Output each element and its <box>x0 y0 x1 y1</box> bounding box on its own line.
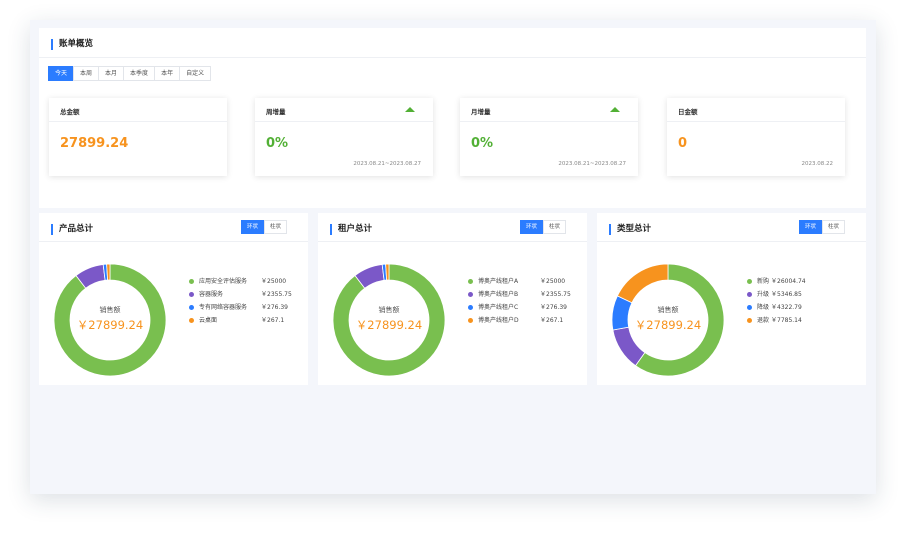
ring-chart-button[interactable]: 环状 <box>241 220 265 234</box>
legend-name: 博奥产线租户D <box>478 317 519 324</box>
divider <box>318 241 587 242</box>
stat-date: 2023.08.21~2023.08.27 <box>558 161 626 167</box>
legend-value: ￥5346.85 <box>771 291 802 298</box>
divider <box>667 121 845 122</box>
legend-value: ￥2355.75 <box>261 291 292 298</box>
legend-dot <box>747 318 752 323</box>
donut-center-value: ￥27899.24 <box>634 318 702 332</box>
donut-slice[interactable] <box>616 263 669 304</box>
chart-type-toggle: 环状 柱状 <box>520 220 567 234</box>
stat-value: 0 <box>678 136 688 151</box>
legend-name: 退款 <box>757 317 770 324</box>
panel-title: 类型总计 <box>609 224 651 235</box>
panel-type: 类型总计 环状 柱状 销售额 ￥27899.24 新购 ￥26004.74 升级 ￥… <box>597 213 866 385</box>
legend-name: 博奥产线租户B <box>478 291 519 298</box>
legend-dot <box>468 305 473 310</box>
stat-value: 0% <box>266 136 289 151</box>
donut-center-value: ￥27899.24 <box>355 318 423 332</box>
divider <box>255 121 433 122</box>
stat-value: 0% <box>471 136 494 151</box>
divider <box>39 241 308 242</box>
trend-up-icon <box>610 107 620 112</box>
legend-name: 博奥产线租户A <box>478 278 519 285</box>
stat-date: 2023.08.21~2023.08.27 <box>353 161 421 167</box>
legend-name: 博奥产线租户C <box>478 304 519 311</box>
legend-value: ￥267.1 <box>540 317 564 324</box>
legend-value: ￥26004.74 <box>771 278 806 285</box>
legend-dot <box>747 305 752 310</box>
legend-value: ￥267.1 <box>261 317 285 324</box>
ring-chart-button[interactable]: 环状 <box>520 220 544 234</box>
donut-slice[interactable] <box>106 263 111 281</box>
donut-center-label: 销售额 <box>657 306 679 314</box>
legend-dot <box>468 318 473 323</box>
ring-chart-button[interactable]: 环状 <box>799 220 823 234</box>
legend-name: 云桌面 <box>199 317 218 324</box>
legend-name: 升级 <box>757 291 770 298</box>
dashboard-frame: 账单概览 今天 本周 本月 本季度 本年 自定义 总金额 27899.24 周增… <box>30 20 876 494</box>
bar-chart-button[interactable]: 柱状 <box>822 220 846 234</box>
donut-center-label: 销售额 <box>99 306 121 314</box>
tab-today[interactable]: 今天 <box>48 66 75 81</box>
panel-title: 租户总计 <box>330 224 372 235</box>
divider <box>597 241 866 242</box>
stat-label: 月增量 <box>471 108 491 116</box>
legend-dot <box>189 279 194 284</box>
stat-card-monthly: 月增量 0% 2023.08.21~2023.08.27 <box>460 98 638 176</box>
legend-dot <box>189 292 194 297</box>
divider <box>49 121 227 122</box>
stat-label: 日金额 <box>678 108 698 116</box>
trend-up-icon <box>405 107 415 112</box>
tab-custom[interactable]: 自定义 <box>179 66 212 81</box>
legend-value: ￥2355.75 <box>540 291 571 298</box>
legend-dot <box>189 318 194 323</box>
stat-label: 总金额 <box>60 108 80 116</box>
tab-quarter[interactable]: 本季度 <box>123 66 156 81</box>
stat-date: 2023.08.22 <box>801 161 834 167</box>
legend-name: 专有网络容器服务 <box>199 304 248 311</box>
divider <box>460 121 638 122</box>
stat-value: 27899.24 <box>60 136 129 151</box>
legend-dot <box>468 279 473 284</box>
legend-value: ￥25000 <box>540 278 566 285</box>
legend-value: ￥4322.79 <box>771 304 802 311</box>
overview-title: 账单概览 <box>51 39 93 50</box>
tab-week[interactable]: 本周 <box>73 66 100 81</box>
legend-value: ￥276.39 <box>261 304 288 311</box>
panel-title: 产品总计 <box>51 224 93 235</box>
tab-month[interactable]: 本月 <box>98 66 125 81</box>
divider <box>39 57 866 58</box>
legend-value: ￥7785.14 <box>771 317 802 324</box>
panel-product: 产品总计 环状 柱状 销售额 ￥27899.24 应用安全评估服务 ￥25000 … <box>39 213 308 385</box>
legend-name: 应用安全评估服务 <box>199 278 248 285</box>
legend-dot <box>747 279 752 284</box>
overview-card: 账单概览 今天 本周 本月 本季度 本年 自定义 总金额 27899.24 周增… <box>39 28 866 208</box>
donut-slice[interactable] <box>385 263 390 281</box>
stat-card-weekly: 周增量 0% 2023.08.21~2023.08.27 <box>255 98 433 176</box>
legend-name: 降级 <box>757 304 770 311</box>
legend-dot <box>747 292 752 297</box>
bar-chart-button[interactable]: 柱状 <box>543 220 567 234</box>
stat-card-total: 总金额 27899.24 <box>49 98 227 176</box>
tab-year[interactable]: 本年 <box>154 66 181 81</box>
legend-value: ￥276.39 <box>540 304 567 311</box>
legend-dot <box>468 292 473 297</box>
legend-name: 容器服务 <box>199 291 224 298</box>
stat-card-daily: 日金额 0 2023.08.22 <box>667 98 845 176</box>
donut-center-value: ￥27899.24 <box>76 318 144 332</box>
donut-center-label: 销售额 <box>378 306 400 314</box>
chart-type-toggle: 环状 柱状 <box>241 220 288 234</box>
period-tabs: 今天 本周 本月 本季度 本年 自定义 <box>48 66 212 81</box>
panel-tenant: 租户总计 环状 柱状 销售额 ￥27899.24 博奥产线租户A ￥25000 博… <box>318 213 587 385</box>
bar-chart-button[interactable]: 柱状 <box>264 220 288 234</box>
legend-dot <box>189 305 194 310</box>
legend-value: ￥25000 <box>261 278 287 285</box>
chart-type-toggle: 环状 柱状 <box>799 220 846 234</box>
legend-name: 新购 <box>757 278 770 285</box>
stat-label: 周增量 <box>266 108 286 116</box>
